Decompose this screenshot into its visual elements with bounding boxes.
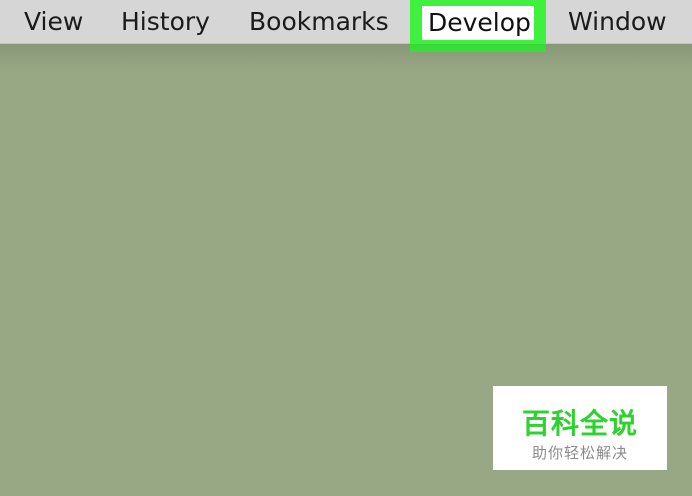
watermark-subtitle: 助你轻松解决: [531, 444, 628, 462]
menu-bar: View History Bookmarks Develop Window: [0, 0, 692, 52]
menu-item-bookmarks[interactable]: Bookmarks: [249, 0, 389, 44]
watermark-logo: 百科全说 助你轻松解决: [493, 386, 667, 470]
menubar-shadow: [0, 44, 692, 72]
menu-item-develop[interactable]: Develop: [422, 6, 534, 40]
menu-item-window[interactable]: Window: [568, 0, 667, 44]
watermark-title: 百科全说: [521, 407, 638, 440]
menu-item-view[interactable]: View: [24, 0, 83, 44]
menu-item-history[interactable]: History: [121, 0, 210, 44]
